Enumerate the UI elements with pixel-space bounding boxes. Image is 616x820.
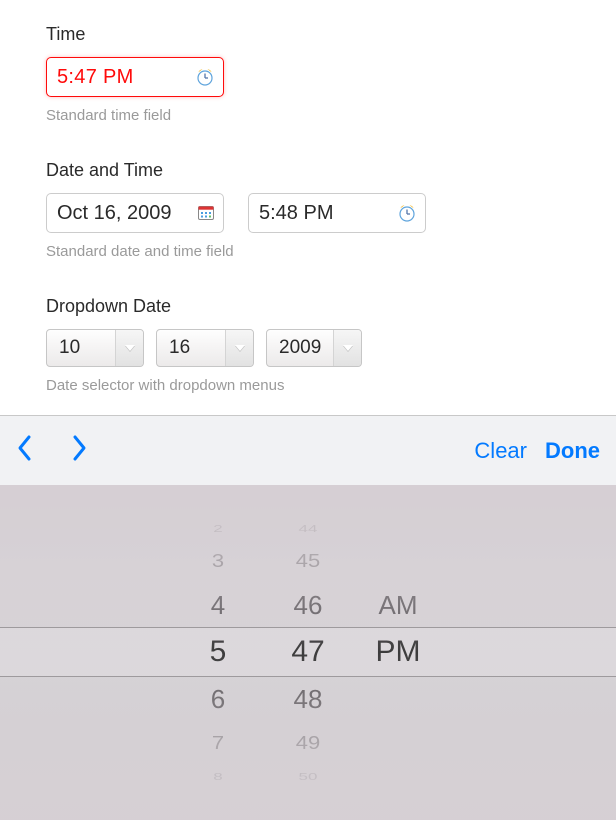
month-value: 10 — [47, 330, 115, 366]
date-input[interactable]: Oct 16, 2009 — [46, 193, 224, 233]
year-value: 2009 — [267, 330, 333, 366]
dropdown-date-label: Dropdown Date — [46, 296, 570, 317]
done-button[interactable]: Done — [545, 438, 600, 464]
day-dropdown[interactable]: 16 — [156, 329, 254, 367]
dropdown-date-group: Dropdown Date 10 16 2009 Date selector w… — [46, 296, 570, 394]
picker-item: 45 — [263, 541, 353, 582]
clock-icon — [397, 203, 417, 223]
clear-button[interactable]: Clear — [474, 438, 527, 464]
picker-item: 8 — [173, 763, 263, 792]
dropdown-trigger-icon — [225, 330, 253, 366]
datetime-time-value: 5:48 PM — [259, 202, 397, 225]
picker-item: 48 — [263, 675, 353, 723]
time-help: Standard time field — [46, 107, 570, 124]
datetime-field-group: Date and Time Oct 16, 2009 — [46, 160, 570, 260]
time-field-group: Time 5:47 PM Standard time field — [46, 24, 570, 124]
picker-item-selected: 47 — [263, 628, 353, 676]
picker-item: AM — [353, 581, 443, 629]
calendar-icon — [197, 204, 215, 222]
dropdown-date-help: Date selector with dropdown menus — [46, 377, 570, 394]
picker-item: 3 — [173, 541, 263, 582]
picker-item: 46 — [263, 581, 353, 629]
date-value: Oct 16, 2009 — [57, 202, 197, 225]
clock-icon — [195, 67, 215, 87]
datetime-time-input[interactable]: 5:48 PM — [248, 193, 426, 233]
minute-wheel[interactable]: 44 45 46 47 48 49 50 — [263, 485, 353, 820]
hour-wheel[interactable]: 2 3 4 5 6 7 8 — [173, 485, 263, 820]
time-label: Time — [46, 24, 570, 45]
time-input[interactable]: 5:47 PM — [46, 57, 224, 97]
prev-field-button[interactable] — [16, 433, 34, 468]
picker-item: 7 — [173, 723, 263, 764]
datetime-help: Standard date and time field — [46, 243, 570, 260]
datetime-label: Date and Time — [46, 160, 570, 181]
picker-item: 49 — [263, 723, 353, 764]
time-value: 5:47 PM — [57, 66, 195, 89]
picker-item: 44 — [263, 515, 353, 544]
ampm-wheel[interactable]: AM PM — [353, 485, 443, 820]
picker-item: 50 — [263, 763, 353, 792]
month-dropdown[interactable]: 10 — [46, 329, 144, 367]
picker-item: 2 — [173, 515, 263, 544]
next-field-button[interactable] — [70, 433, 88, 468]
dropdown-trigger-icon — [333, 330, 361, 366]
year-dropdown[interactable]: 2009 — [266, 329, 362, 367]
picker-item: 4 — [173, 581, 263, 629]
picker-toolbar: Clear Done — [0, 415, 616, 485]
dropdown-trigger-icon — [115, 330, 143, 366]
day-value: 16 — [157, 330, 225, 366]
picker-item-selected: PM — [353, 628, 443, 676]
time-picker: 2 3 4 5 6 7 8 44 45 46 47 48 49 50 AM PM — [0, 485, 616, 820]
picker-item: 6 — [173, 675, 263, 723]
picker-item-selected: 5 — [173, 628, 263, 676]
